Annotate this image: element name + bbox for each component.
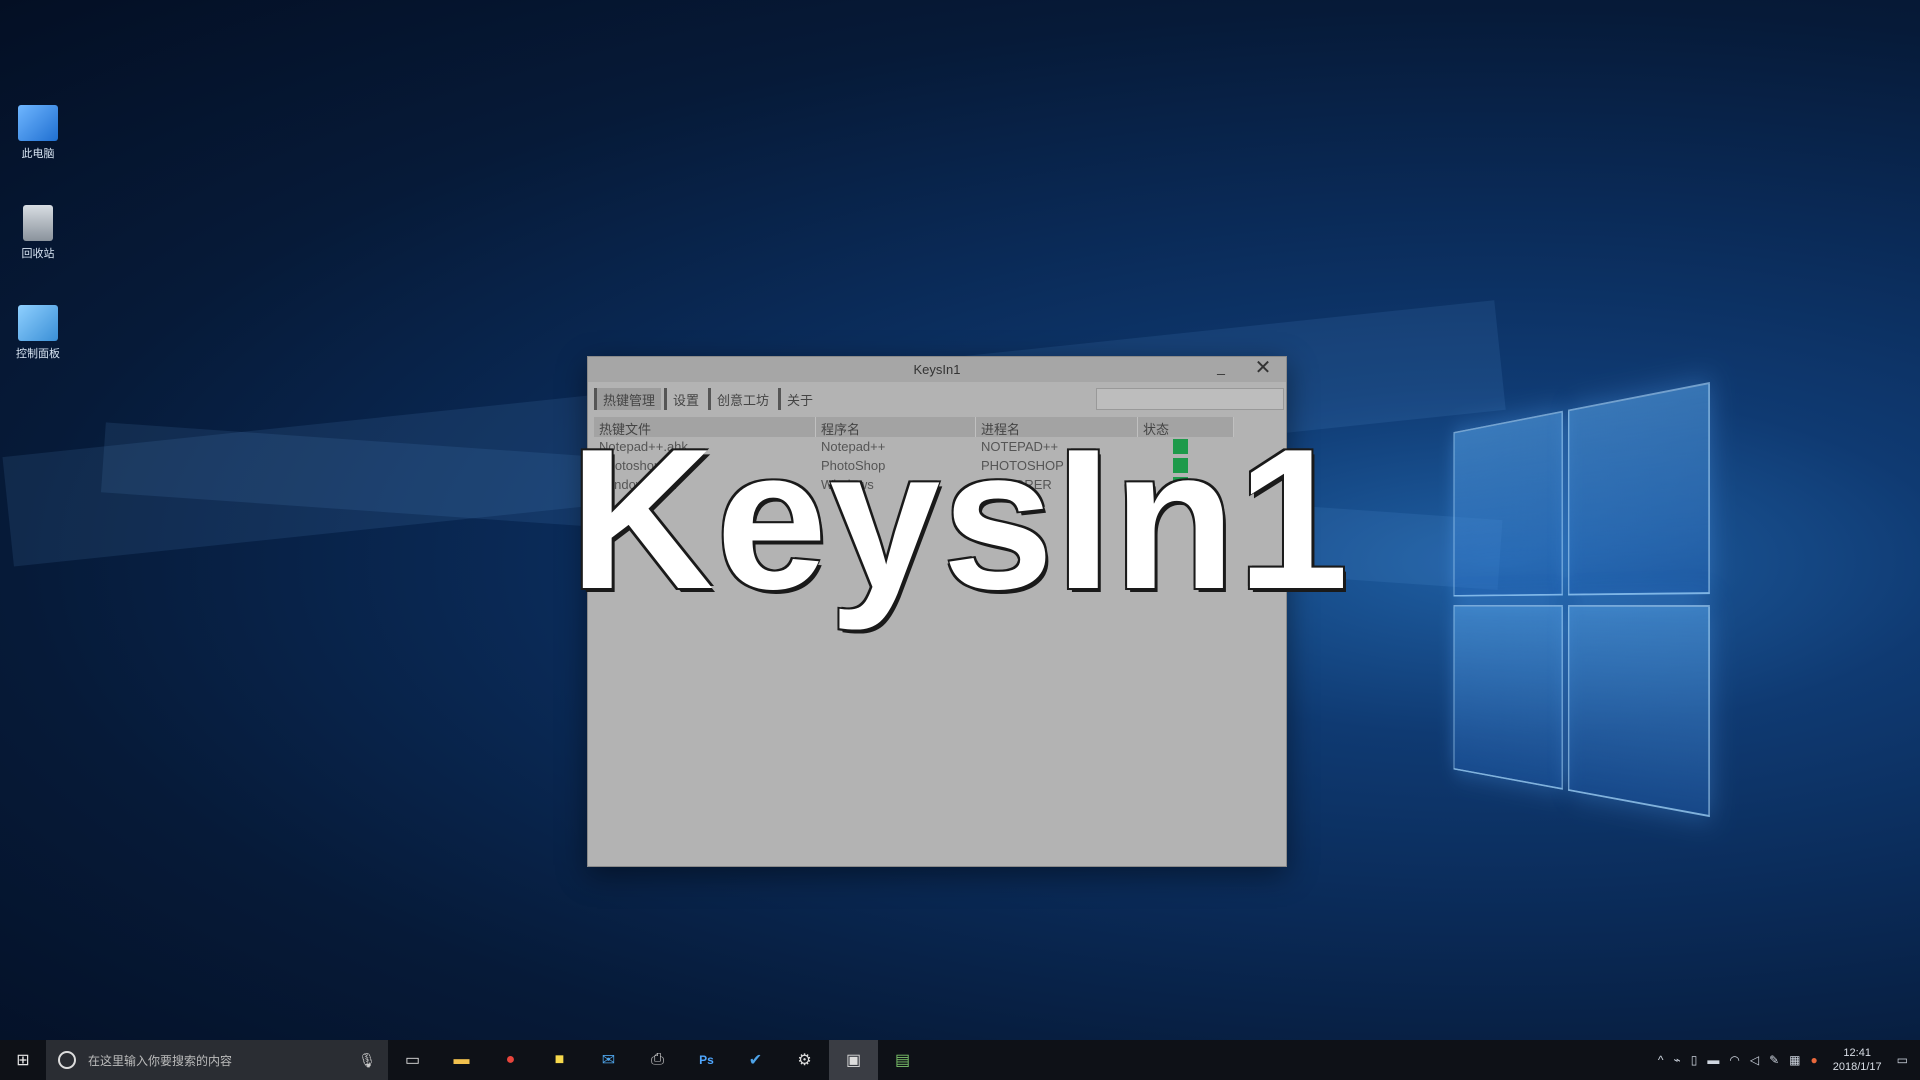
chrome-icon[interactable]: ● (486, 1040, 535, 1080)
photoshop-icon[interactable]: Ps (682, 1040, 731, 1080)
check-icon[interactable]: ✔ (731, 1040, 780, 1080)
network-icon[interactable]: ⌁ (1674, 1053, 1681, 1067)
desktop-icon-computer[interactable]: 此电脑 (10, 105, 66, 161)
desktop-icon-label: 回收站 (10, 245, 66, 261)
volume-icon[interactable]: ◁ (1750, 1053, 1759, 1067)
windows-start-icon: ⊞ (16, 1050, 29, 1070)
overlay-headline: KeysIn1 (0, 420, 1920, 620)
sticky-notes-icon[interactable]: ■ (535, 1040, 584, 1080)
desktop-icon-recycle-bin[interactable]: 回收站 (10, 205, 66, 261)
folder-icon[interactable]: ▬ (1707, 1053, 1719, 1067)
pen-icon[interactable]: ✎ (1769, 1053, 1779, 1067)
tab-hotkey-management[interactable]: 热键管理 (594, 388, 661, 410)
title-bar[interactable]: KeysIn1 _ ✕ (588, 357, 1286, 382)
app-tray-icon[interactable]: ● (1810, 1053, 1817, 1067)
computer-icon (18, 105, 58, 141)
mail-icon[interactable]: ✉ (584, 1040, 633, 1080)
clock[interactable]: 12:41 2018/1/17 (1833, 1046, 1882, 1074)
file-explorer-icon[interactable]: ▬ (437, 1040, 486, 1080)
control-panel-icon (18, 305, 58, 341)
cortana-icon (58, 1051, 76, 1069)
tab-bar: 热键管理 设置 创意工坊 关于 (594, 388, 822, 410)
settings-icon[interactable]: ⚙ (780, 1040, 829, 1080)
chevron-up-icon[interactable]: ^ (1658, 1053, 1664, 1067)
microphone-icon[interactable]: 🎙 (358, 1052, 376, 1069)
keysin1-icon[interactable]: ▣ (829, 1040, 878, 1080)
clock-date: 2018/1/17 (1833, 1060, 1882, 1074)
window-title: KeysIn1 (588, 362, 1286, 377)
notification-center-icon[interactable]: ▭ (1897, 1053, 1908, 1067)
start-button[interactable]: ⊞ (0, 1040, 46, 1080)
tab-workshop[interactable]: 创意工坊 (708, 388, 775, 410)
search-input[interactable] (1096, 388, 1284, 410)
close-button[interactable]: ✕ (1248, 358, 1278, 380)
printer-icon[interactable]: ⎙ (633, 1040, 682, 1080)
clock-time: 12:41 (1833, 1046, 1882, 1060)
taskbar-search[interactable]: 在这里输入你要搜索的内容 🎙 (46, 1040, 388, 1080)
desktop-icon-label: 此电脑 (10, 145, 66, 161)
recycle-bin-icon (23, 205, 53, 241)
battery-icon[interactable]: ▯ (1691, 1053, 1698, 1067)
tab-settings[interactable]: 设置 (664, 388, 705, 410)
wifi-icon[interactable]: ◠ (1729, 1053, 1739, 1067)
desktop-icon-label: 控制面板 (10, 345, 66, 361)
system-tray: ^ ⌁ ▯ ▬ ◠ ◁ ✎ ▦ ● 12:41 2018/1/17 ▭ (1653, 1040, 1920, 1080)
search-placeholder: 在这里输入你要搜索的内容 (88, 1052, 232, 1069)
notepad-icon[interactable]: ▤ (878, 1040, 927, 1080)
keyboard-icon[interactable]: ▦ (1789, 1053, 1800, 1067)
task-view-icon[interactable]: ▭ (388, 1040, 437, 1080)
taskbar: ⊞ 在这里输入你要搜索的内容 🎙 ▭ ▬ ● ■ ✉ ⎙ Ps ✔ ⚙ ▣ ▤ … (0, 1040, 1920, 1080)
tab-about[interactable]: 关于 (778, 388, 819, 410)
desktop-icon-control-panel[interactable]: 控制面板 (10, 305, 66, 361)
minimize-button[interactable]: _ (1206, 359, 1236, 379)
